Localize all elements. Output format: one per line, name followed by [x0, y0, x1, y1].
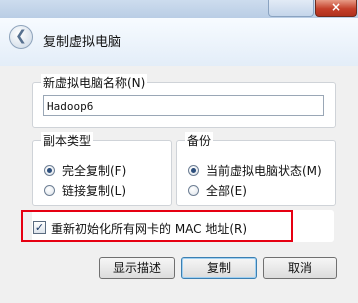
close-button[interactable]: ×	[315, 0, 357, 17]
cancel-button[interactable]: 取消	[263, 257, 337, 279]
titlebar-button[interactable]	[268, 0, 314, 17]
page-title: 复制虚拟电脑	[43, 35, 122, 50]
reinit-mac-label: 重新初始化所有网卡的 MAC 地址(R)	[51, 222, 248, 236]
all-snapshots-label: 全部(E)	[206, 184, 247, 198]
vm-name-input[interactable]: Hadoop6	[43, 95, 324, 116]
linked-clone-label: 链接复制(L)	[62, 184, 127, 198]
back-button[interactable]: ❮	[9, 25, 33, 49]
full-clone-label: 完全复制(F)	[62, 164, 127, 178]
full-clone-radio[interactable]	[44, 165, 55, 176]
snapshots-legend: 备份	[185, 132, 214, 149]
copy-type-legend: 副本类型	[41, 132, 94, 149]
reinit-mac-checkbox[interactable]: ✓	[33, 221, 46, 234]
linked-clone-radio[interactable]	[44, 185, 55, 196]
all-snapshots-radio[interactable]	[188, 185, 199, 196]
back-arrow-icon: ❮	[15, 28, 27, 44]
clone-button[interactable]: 复制	[181, 257, 257, 279]
checkmark-icon: ✓	[34, 221, 45, 234]
close-icon: ×	[330, 0, 342, 14]
current-state-radio[interactable]	[188, 165, 199, 176]
show-description-button[interactable]: 显示描述	[99, 257, 175, 279]
current-state-label: 当前虚拟电脑状态(M)	[206, 164, 322, 178]
name-group-legend: 新虚拟电脑名称(N)	[41, 74, 148, 91]
